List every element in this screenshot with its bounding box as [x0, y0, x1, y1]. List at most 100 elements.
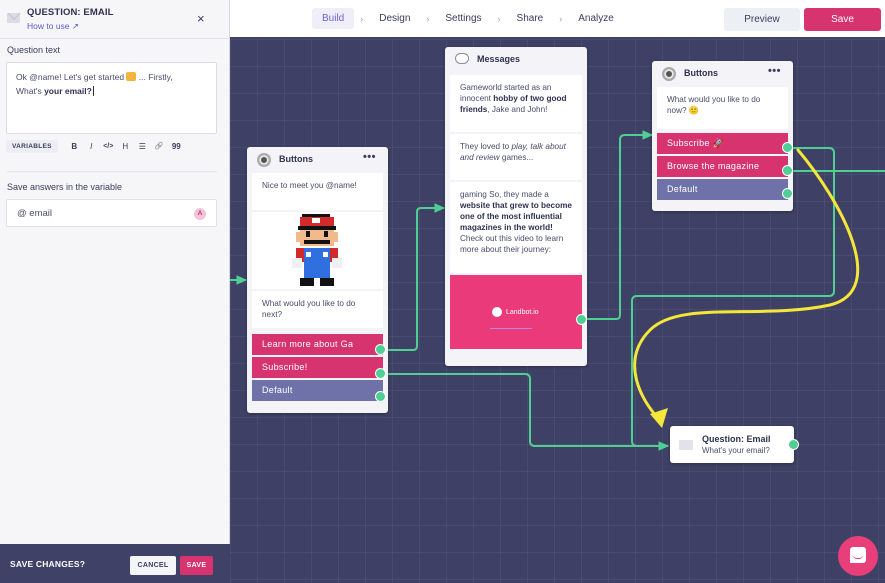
- chevron-right-icon: ›: [559, 13, 563, 24]
- output-port[interactable]: [782, 142, 793, 153]
- save-changes-label: SAVE CHANGES?: [10, 559, 86, 569]
- output-port[interactable]: [375, 368, 386, 379]
- question-email-node[interactable]: Question: Email What's your email?: [670, 426, 794, 463]
- cancel-button[interactable]: CANCEL: [130, 556, 176, 575]
- question-text-bold: your email?: [44, 86, 92, 96]
- video-embed[interactable]: Landbot.io: [450, 275, 582, 349]
- output-port[interactable]: [782, 165, 793, 176]
- chat-launcher-button[interactable]: [838, 536, 878, 576]
- video-caption-line: [490, 328, 532, 329]
- output-port[interactable]: [375, 344, 386, 355]
- message-bubble: Gameworld started as an innocent hobby o…: [450, 75, 582, 132]
- step-settings[interactable]: Settings: [435, 8, 491, 29]
- card-title: Buttons: [279, 154, 313, 164]
- italic-icon[interactable]: I: [83, 142, 100, 151]
- question-text-part: ... Firstly,: [136, 72, 173, 82]
- message-text: Check out this video to learn more about…: [460, 234, 564, 254]
- more-options-icon[interactable]: •••: [768, 65, 781, 77]
- save-changes-button[interactable]: SAVE: [180, 556, 213, 575]
- preview-button[interactable]: Preview: [724, 8, 800, 31]
- variables-button[interactable]: VARIABLES: [6, 139, 58, 153]
- buttons-card[interactable]: Buttons ••• What would you like to do no…: [652, 61, 793, 211]
- step-analyze[interactable]: Analyze: [568, 8, 624, 29]
- variable-type-badge: A: [194, 208, 206, 220]
- option-label: Default: [667, 184, 698, 194]
- top-navigation-bar: Build › Design › Settings › Share › Anal…: [230, 0, 885, 39]
- bold-icon[interactable]: B: [66, 142, 83, 151]
- question-text-label: Question text: [7, 45, 61, 55]
- star-emoji-icon: [126, 72, 137, 81]
- output-port[interactable]: [375, 391, 386, 402]
- message-text: , Jake and John!: [487, 105, 548, 114]
- node-subtitle: What's your email?: [702, 446, 770, 455]
- save-variable-label: Save answers in the variable: [7, 182, 123, 192]
- option-subscribe[interactable]: Subscribe 🚀: [657, 133, 788, 154]
- variable-value: @ email: [17, 208, 52, 219]
- option-browse-magazine[interactable]: Browse the magazine: [657, 156, 788, 177]
- panel-title: QUESTION: EMAIL: [27, 7, 114, 18]
- step-share[interactable]: Share: [507, 8, 554, 29]
- close-icon[interactable]: ×: [197, 11, 205, 26]
- more-options-icon[interactable]: •••: [363, 151, 376, 163]
- step-design[interactable]: Design: [369, 8, 420, 29]
- buttons-card[interactable]: Buttons ••• Nice to meet you @name! What…: [247, 147, 388, 413]
- output-port[interactable]: [782, 188, 793, 199]
- option-label: Browse the magazine: [667, 161, 760, 171]
- envelope-icon: [7, 13, 20, 23]
- card-title: Messages: [477, 54, 521, 64]
- message-bubble: They loved to play, talk about and revie…: [450, 134, 582, 180]
- card-title: Buttons: [684, 68, 718, 78]
- divider: [7, 171, 217, 172]
- quote-icon[interactable]: 99: [168, 142, 185, 151]
- option-default[interactable]: Default: [252, 380, 383, 401]
- list-icon[interactable]: ☰: [134, 142, 151, 151]
- output-port[interactable]: [576, 314, 587, 325]
- question-text-editor[interactable]: Ok @name! Let's get started ... Firstly,…: [6, 62, 217, 134]
- link-icon[interactable]: 🔗: [151, 142, 168, 150]
- node-title: Question: Email: [702, 434, 771, 444]
- option-subscribe[interactable]: Subscribe!: [252, 357, 383, 378]
- message-bold: website that grew to become one of the m…: [460, 201, 572, 232]
- formatting-toolbar: VARIABLES B I </> H ☰ 🔗 99: [6, 138, 185, 154]
- message-bubble: gaming So, they made a website that grew…: [450, 182, 582, 273]
- message-bubble: What would you like to do next?: [252, 291, 383, 328]
- envelope-icon: [679, 440, 693, 450]
- variable-input[interactable]: @ email A: [6, 199, 217, 227]
- save-button[interactable]: Save: [804, 8, 881, 31]
- message-bubble: Nice to meet you @name!: [252, 173, 383, 210]
- code-icon[interactable]: </>: [100, 143, 117, 150]
- chevron-right-icon: ›: [360, 13, 364, 24]
- messages-card[interactable]: Messages Gameworld started as an innocen…: [445, 47, 587, 366]
- landbot-logo-icon: [492, 307, 502, 317]
- option-learn-more[interactable]: Learn more about Ga: [252, 334, 383, 355]
- option-label: Default: [262, 385, 293, 395]
- chevron-right-icon: ›: [497, 13, 501, 24]
- card-header: Buttons •••: [247, 147, 388, 173]
- option-label: Subscribe 🚀: [667, 138, 725, 148]
- text-cursor: [92, 86, 94, 96]
- chevron-right-icon: ›: [426, 13, 430, 24]
- builder-steps: Build › Design › Settings › Share › Anal…: [312, 8, 624, 29]
- video-logo: Landbot.io: [492, 307, 539, 317]
- output-port[interactable]: [788, 439, 799, 450]
- option-label: Subscribe!: [262, 362, 308, 372]
- heading-icon[interactable]: H: [117, 142, 134, 151]
- buttons-icon: [662, 67, 676, 81]
- buttons-icon: [257, 153, 271, 167]
- question-editor-panel: QUESTION: EMAIL How to use ↗ × Question …: [0, 0, 230, 544]
- step-build[interactable]: Build: [312, 8, 355, 29]
- card-header: Buttons •••: [652, 61, 793, 87]
- message-text: They loved to: [460, 142, 512, 151]
- card-header: Messages: [445, 47, 587, 75]
- message-text: games...: [499, 153, 534, 162]
- mario-pixel-image: [252, 212, 383, 289]
- speech-bubble-icon: [455, 53, 469, 64]
- option-default[interactable]: Default: [657, 179, 788, 200]
- option-label: Learn more about Ga: [262, 339, 354, 349]
- video-logo-text: Landbot.io: [506, 308, 539, 316]
- question-text-part: What's: [16, 86, 45, 96]
- message-bubble: What would you like to do now? 🙂: [657, 87, 788, 129]
- mario-sprite: [292, 214, 342, 286]
- panel-header: QUESTION: EMAIL How to use ↗ ×: [0, 0, 229, 39]
- how-to-use-link[interactable]: How to use ↗: [27, 21, 79, 32]
